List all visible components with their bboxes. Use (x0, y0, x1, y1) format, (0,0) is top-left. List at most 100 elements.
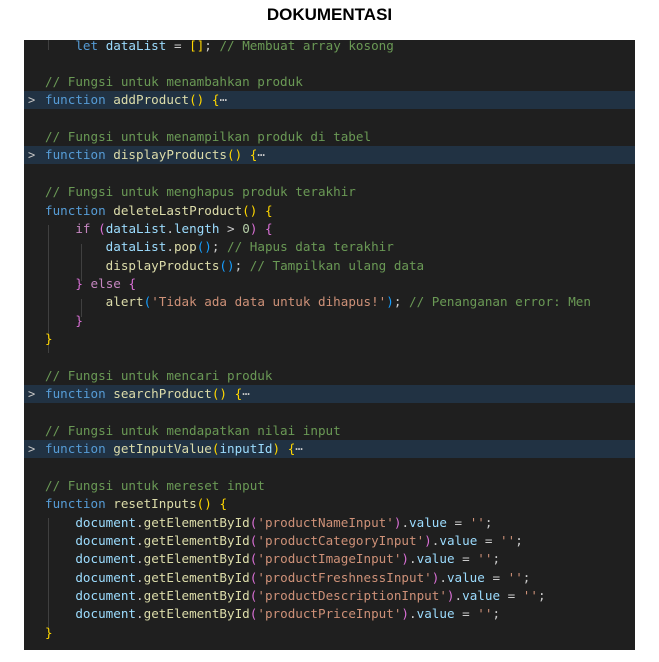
comment: // Fungsi untuk menampilkan produk di ta… (45, 129, 372, 144)
code-line[interactable]: function deleteLastProduct() { (24, 202, 635, 220)
code-line[interactable]: let dataList = []; // Membuat array koso… (24, 40, 635, 55)
variable: document (75, 551, 137, 566)
function-name: getInputValue (113, 441, 212, 456)
string: '' (522, 588, 538, 603)
string: '' (500, 533, 516, 548)
string: '' (477, 606, 493, 621)
property: value (446, 570, 485, 585)
string: 'productDescriptionInput' (257, 588, 447, 603)
folded-ellipsis[interactable]: ⋯ (257, 147, 265, 162)
comment: // Tampilkan ulang data (242, 258, 425, 273)
code-line[interactable]: document.getElementById('productFreshnes… (24, 569, 635, 587)
property: length (173, 221, 220, 236)
string: 'Tidak ada data untuk dihapus!' (151, 294, 387, 309)
comment: // Hapus data terakhir (219, 239, 394, 254)
punctuation: . (166, 221, 174, 236)
string: 'productPriceInput' (257, 606, 402, 621)
code-editor[interactable]: let dataList = []; // Membuat array koso… (24, 40, 635, 650)
chevron-right-icon[interactable]: > (28, 440, 35, 458)
punctuation: . (166, 239, 174, 254)
chevron-right-icon[interactable]: > (28, 146, 35, 164)
bracket: () (227, 147, 243, 162)
code-line[interactable]: } else { (24, 275, 635, 293)
code-line[interactable]: document.getElementById('productPriceInp… (24, 605, 635, 623)
keyword: function (45, 147, 106, 162)
code-line[interactable]: // Fungsi untuk menampilkan produk di ta… (24, 128, 635, 146)
code-line[interactable]: // Fungsi untuk mereset input (24, 477, 635, 495)
code-line[interactable]: document.getElementById('productImageInp… (24, 550, 635, 568)
bracket: () (211, 386, 228, 401)
folded-ellipsis[interactable]: ⋯ (242, 386, 250, 401)
function-name: pop (173, 239, 197, 254)
chevron-right-icon[interactable]: > (28, 385, 35, 403)
number: 0 (242, 221, 250, 236)
code-line[interactable]: // Fungsi untuk mencari produk (24, 367, 635, 385)
string: 'productImageInput' (257, 551, 402, 566)
folded-code-line[interactable]: > function searchProduct() {⋯ (24, 385, 635, 404)
function-name: getElementById (143, 515, 250, 530)
code-line[interactable]: document.getElementById('productCategory… (24, 532, 635, 550)
function-name: getElementById (143, 570, 250, 585)
bracket: { (219, 496, 228, 511)
folded-ellipsis[interactable]: ⋯ (219, 92, 227, 107)
variable: document (75, 570, 137, 585)
keyword: else (90, 276, 121, 291)
property: value (439, 533, 478, 548)
code-line[interactable]: } (24, 330, 635, 348)
bracket: [] (189, 40, 205, 53)
code-line[interactable]: alert('Tidak ada data untuk dihapus!'); … (24, 293, 635, 311)
variable: dataList (105, 221, 167, 236)
code-line[interactable]: document.getElementById('productNameInpu… (24, 514, 635, 532)
bracket: } (75, 313, 83, 328)
function-name: getElementById (143, 606, 250, 621)
code-line[interactable]: dataList.pop(); // Hapus data terakhir (24, 238, 635, 256)
keyword: let (75, 40, 99, 53)
code-line[interactable]: // Fungsi untuk menambahkan produk (24, 73, 635, 91)
string: 'productNameInput' (257, 515, 394, 530)
property: value (416, 551, 455, 566)
string: 'productCategoryInput' (257, 533, 425, 548)
property: value (416, 606, 455, 621)
folded-code-line[interactable]: > function getInputValue(inputId) {⋯ (24, 440, 635, 459)
function-name: getElementById (143, 588, 250, 603)
variable: dataList (105, 40, 167, 53)
keyword: function (45, 496, 106, 511)
function-name: displayProducts (105, 258, 220, 273)
code-line[interactable]: function resetInputs() { (24, 495, 635, 513)
bracket: ) (386, 294, 394, 309)
bracket: } (45, 331, 53, 346)
bracket: { (264, 203, 273, 218)
string: '' (469, 515, 485, 530)
code-line[interactable]: } (24, 624, 635, 642)
bracket: () (219, 258, 235, 273)
variable: document (75, 588, 137, 603)
function-name: getElementById (143, 533, 250, 548)
comment: // Membuat array kosong (211, 40, 394, 53)
code-line[interactable]: document.getElementById('productDescript… (24, 587, 635, 605)
function-name: alert (105, 294, 144, 309)
bracket: () (196, 239, 212, 254)
code-line[interactable]: // Fungsi untuk mendapatkan nilai input (24, 422, 635, 440)
keyword: function (45, 203, 106, 218)
bracket: } (75, 276, 83, 291)
string: '' (507, 570, 523, 585)
chevron-right-icon[interactable]: > (28, 91, 35, 109)
code-line[interactable]: // Fungsi untuk menghapus produk terakhi… (24, 183, 635, 201)
folded-code-line[interactable]: > function addProduct() {⋯ (24, 91, 635, 110)
bracket: () (196, 496, 212, 511)
code-line[interactable]: displayProducts(); // Tampilkan ulang da… (24, 257, 635, 275)
operator: = (166, 40, 190, 53)
string: '' (477, 551, 493, 566)
bracket: ) (249, 221, 258, 236)
folded-ellipsis[interactable]: ⋯ (295, 441, 303, 456)
code-line[interactable]: if (dataList.length > 0) { (24, 220, 635, 238)
comment: // Fungsi untuk menambahkan produk (45, 74, 303, 89)
bracket: } (45, 625, 53, 640)
variable: document (75, 606, 137, 621)
bracket: () (189, 92, 205, 107)
code-line[interactable]: } (24, 312, 635, 330)
folded-code-line[interactable]: > function displayProducts() {⋯ (24, 146, 635, 165)
property: value (462, 588, 501, 603)
function-name: resetInputs (113, 496, 197, 511)
operator: > (219, 221, 243, 236)
